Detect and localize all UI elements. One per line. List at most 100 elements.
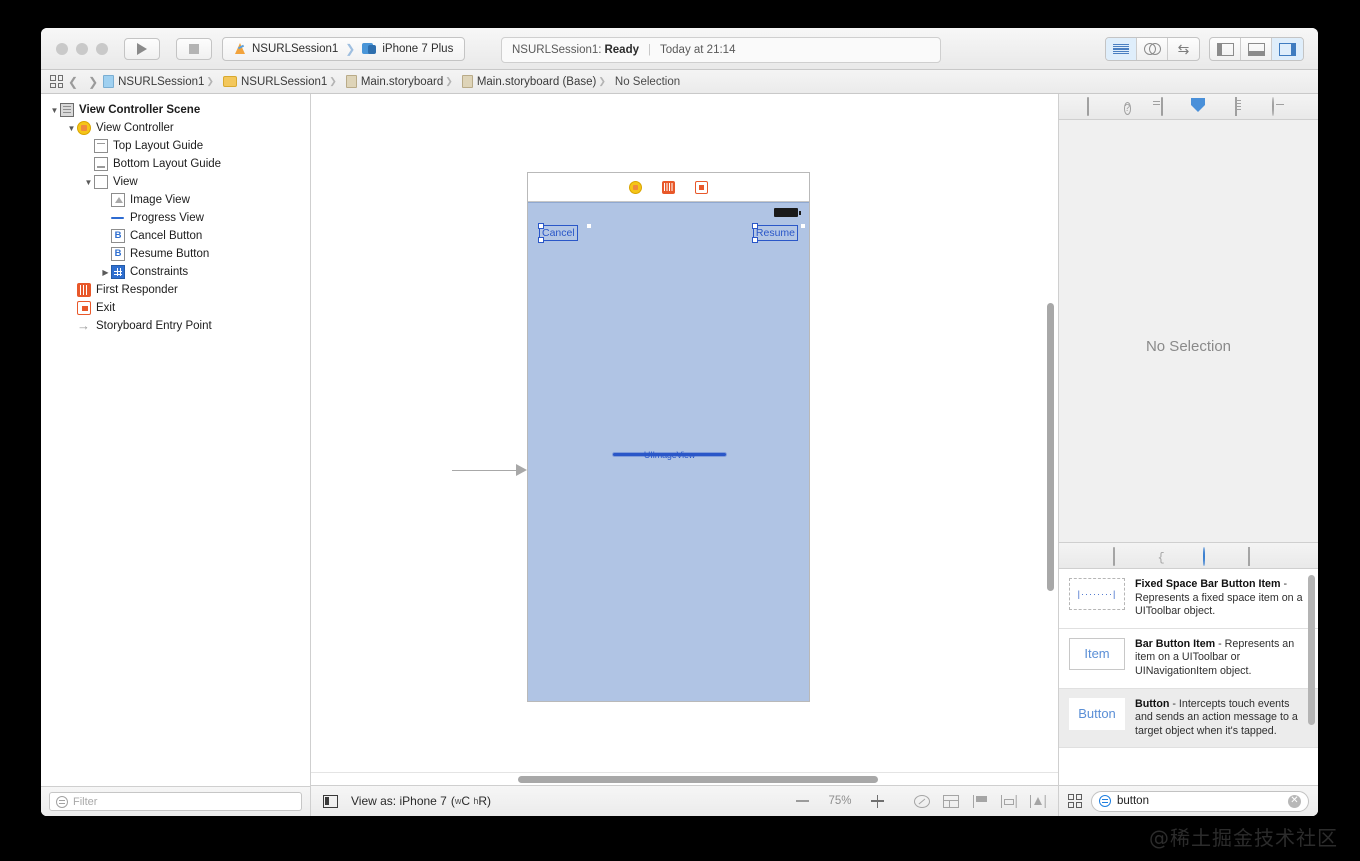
traffic-lights[interactable] [56,42,108,55]
play-icon [137,42,147,55]
outline-row[interactable]: Constraints [41,263,310,281]
outline-filter-field[interactable]: Filter [49,792,302,811]
library-item[interactable]: Item Bar Button Item - Represents an item… [1059,629,1318,689]
library-view-toggle-icon[interactable] [1068,794,1082,808]
cancel-button[interactable]: Cancel [538,223,578,243]
outline-row[interactable]: Top Layout Guide [41,137,310,155]
minimize-window-button[interactable] [76,42,88,55]
outline-tree[interactable]: View Controller Scene View Controller Top … [41,94,310,786]
library-item-thumbnail: Item [1069,637,1125,670]
canvas-horizontal-scroll-track[interactable] [311,772,1058,785]
outline-row[interactable]: B Resume Button [41,245,310,263]
outline-row[interactable]: View Controller Scene [41,101,310,119]
toggle-navigator-button[interactable] [1210,38,1241,60]
disclosure-triangle-icon[interactable] [83,178,94,187]
view-controller-scene[interactable]: Cancel Resume UIImageView [527,172,810,702]
first-responder-icon[interactable] [662,180,675,194]
outline-row[interactable]: Exit [41,299,310,317]
toolbar-right-controls[interactable]: ⇆ [1105,37,1304,61]
autolayout-toolbar[interactable] [914,794,1046,808]
outline-row[interactable]: → Storyboard Entry Point [41,317,310,335]
exit-icon[interactable] [695,180,708,194]
library-item[interactable]: Button Button - Intercepts touch events a… [1059,688,1318,749]
breadcrumb-item-storyboard[interactable]: Main.storyboard [327,75,443,88]
size-inspector-tab[interactable] [1234,97,1254,116]
quick-help-inspector-tab[interactable]: ? [1123,98,1143,115]
panel-toggle-segment[interactable] [1209,37,1304,61]
canvas-horizontal-scrollbar[interactable] [518,776,878,783]
pin-icon[interactable] [1001,794,1017,808]
library-scrollbar[interactable] [1308,575,1315,725]
view-canvas[interactable]: Cancel Resume UIImageView [528,202,809,701]
back-button[interactable]: ❮ [68,75,78,89]
disclosure-triangle-icon[interactable] [49,106,60,115]
outline-row[interactable]: Bottom Layout Guide [41,155,310,173]
resolve-issues-icon[interactable] [1030,794,1046,808]
resume-button[interactable]: Resume [751,223,798,243]
stop-button[interactable] [177,39,211,59]
stop-group[interactable] [176,37,212,60]
related-files-icon[interactable] [50,75,63,88]
connections-inspector-tab[interactable] [1271,97,1291,116]
breadcrumb-item-selection[interactable]: No Selection [596,76,680,88]
storyboard-canvas[interactable]: Cancel Resume UIImageView [311,94,1058,772]
update-frames-icon[interactable] [914,794,930,808]
scene-dock[interactable] [528,173,809,202]
editor-mode-segment[interactable]: ⇆ [1105,37,1200,61]
disclosure-triangle-icon[interactable] [66,124,77,133]
align-icon[interactable] [972,794,988,808]
outline-row[interactable]: First Responder [41,281,310,299]
outline-row[interactable]: Image View [41,191,310,209]
breadcrumb-item-project[interactable]: NSURLSession1 [103,75,204,88]
zoom-out-button[interactable] [796,800,809,802]
embed-in-icon[interactable] [943,794,959,808]
battery-icon [774,208,801,217]
library-item[interactable]: |········| Fixed Space Bar Button Item - … [1059,569,1318,629]
inspector-tab-bar[interactable]: ? [1059,94,1318,120]
run-button[interactable] [125,39,159,59]
file-inspector-tab[interactable] [1086,97,1106,116]
forward-button[interactable]: ❯ [88,75,98,89]
breadcrumb[interactable]: ❮ ❯ NSURLSession1 NSURLSession1 Main.sto… [41,70,1318,94]
media-library-tab[interactable] [1247,547,1265,566]
zoom-window-button[interactable] [96,42,108,55]
scheme-destination-selector[interactable]: NSURLSession1 ❯ iPhone 7 Plus [222,36,466,61]
toggle-debug-button[interactable] [1241,38,1272,60]
disclosure-triangle-icon[interactable] [100,268,111,277]
button-icon: B [111,229,125,243]
standard-editor-button[interactable] [1106,38,1137,60]
library-tab-bar[interactable]: { } [1059,543,1318,583]
toggle-utilities-button[interactable] [1272,38,1303,60]
clear-search-icon[interactable]: ✕ [1288,794,1301,808]
zoom-controls[interactable]: 75% [796,794,884,808]
code-snippet-library-tab[interactable]: { } [1158,548,1175,583]
outline-row-label: Progress View [130,212,204,224]
close-window-button[interactable] [56,42,68,55]
attributes-inspector-tab[interactable] [1198,98,1217,115]
library-item-thumbnail: Button [1069,697,1125,730]
zoom-in-button[interactable] [871,794,884,808]
breadcrumb-item-base[interactable]: Main.storyboard (Base) [443,75,596,88]
library-search-field[interactable]: button ✕ [1091,790,1309,812]
outline-row-label: Resume Button [130,248,210,260]
image-progress-stack[interactable]: UIImageView [613,447,726,460]
view-controller-icon[interactable] [629,180,642,194]
object-library-list[interactable]: |········| Fixed Space Bar Button Item - … [1059,569,1318,785]
version-editor-button[interactable]: ⇆ [1168,38,1199,60]
outline-row-label: Exit [96,302,116,314]
identity-inspector-tab[interactable] [1160,97,1180,116]
outline-row[interactable]: Progress View [41,209,310,227]
view-controller-icon [77,121,91,135]
assistant-editor-button[interactable] [1137,38,1168,60]
canvas-vertical-scrollbar[interactable] [1047,303,1054,591]
navigator-filter-bar: Filter [41,786,310,816]
breadcrumb-item-group[interactable]: NSURLSession1 [204,76,327,88]
outline-row[interactable]: B Cancel Button [41,227,310,245]
outline-row-label: View [113,176,138,188]
file-template-library-tab[interactable] [1112,547,1130,566]
outline-row[interactable]: View Controller [41,119,310,137]
outline-row[interactable]: View [41,173,310,191]
run-stop-group[interactable] [124,37,160,60]
view-as-toggle-icon[interactable] [323,794,338,808]
object-library-tab[interactable] [1202,547,1220,566]
